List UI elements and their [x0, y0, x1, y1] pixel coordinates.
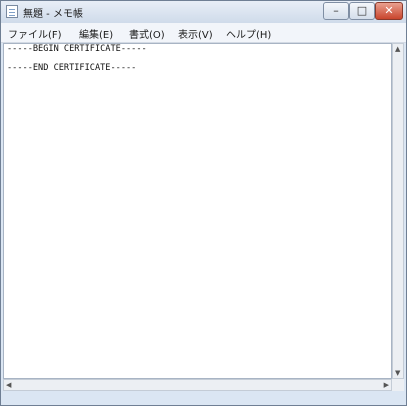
menu-bar: ファイル(F) 編集(E) 書式(O) 表示(V) ヘルプ(H)	[1, 23, 406, 43]
menu-file[interactable]: ファイル(F)	[8, 26, 62, 41]
minimize-button[interactable]: –	[323, 2, 349, 20]
size-grip[interactable]	[392, 379, 404, 391]
certificate-text[interactable]: -----BEGIN CERTIFICATE----- -----END CER…	[4, 44, 391, 75]
vertical-scrollbar[interactable]: ▲ ▼	[392, 43, 404, 379]
scroll-up-icon[interactable]: ▲	[395, 45, 400, 53]
notepad-window: 無題 - メモ帳 – □ ✕ ファイル(F) 編集(E) 書式(O) 表示(V)…	[0, 0, 407, 406]
maximize-button[interactable]: □	[349, 2, 375, 20]
menu-edit[interactable]: 編集(E)	[79, 26, 113, 41]
scroll-left-icon[interactable]: ◀	[6, 381, 11, 389]
certificate-begin-line: -----BEGIN CERTIFICATE-----	[7, 44, 147, 54]
scroll-down-icon[interactable]: ▼	[395, 369, 400, 377]
close-button[interactable]: ✕	[375, 2, 403, 20]
scroll-right-icon[interactable]: ▶	[384, 381, 389, 389]
certificate-end-line: -----END CERTIFICATE-----	[7, 63, 137, 74]
horizontal-scrollbar[interactable]: ◀ ▶	[3, 379, 392, 391]
menu-view[interactable]: 表示(V)	[178, 26, 213, 41]
notepad-icon	[6, 5, 18, 18]
title-bar[interactable]: 無題 - メモ帳 – □ ✕	[1, 1, 406, 23]
text-editor[interactable]: -----BEGIN CERTIFICATE----- -----END CER…	[3, 43, 392, 379]
menu-help[interactable]: ヘルプ(H)	[226, 26, 271, 41]
menu-format[interactable]: 書式(O)	[129, 26, 165, 41]
window-title: 無題 - メモ帳	[23, 9, 83, 20]
